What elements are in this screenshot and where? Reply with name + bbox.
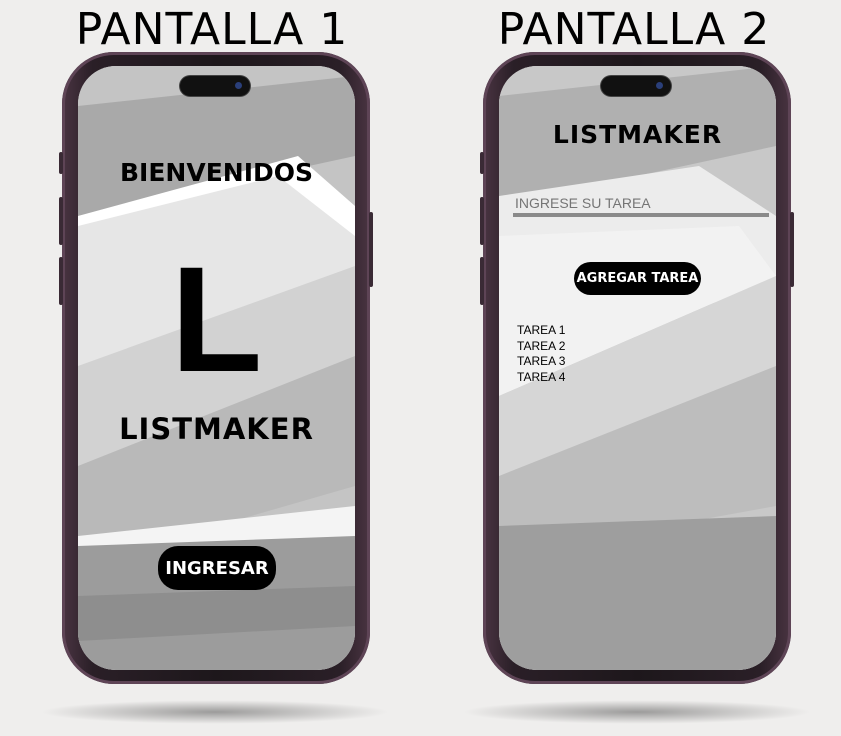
phone-shadow [462, 700, 812, 724]
app-name: LISTMAKER [552, 120, 723, 149]
app-name: LISTMAKER [119, 412, 314, 446]
dynamic-island [601, 76, 671, 96]
camera-icon [235, 82, 242, 89]
screen-1-title: PANTALLA 1 [75, 4, 349, 55]
dynamic-island [180, 76, 250, 96]
task-input[interactable] [513, 193, 769, 217]
task-list: TAREA 1 TAREA 2 TAREA 3 TAREA 4 [517, 323, 565, 385]
phone-1: BIENVENIDOS L LISTMAKER INGRESAR [59, 52, 373, 684]
screen-welcome: BIENVENIDOS L LISTMAKER INGRESAR [78, 66, 355, 670]
phone-2: LISTMAKER AGREGAR TAREA TAREA 1 TAREA 2 … [480, 52, 794, 684]
app-logo: L [170, 235, 263, 403]
welcome-heading: BIENVENIDOS [119, 158, 314, 187]
task-item[interactable]: TAREA 2 [517, 339, 565, 355]
camera-icon [656, 82, 663, 89]
task-item[interactable]: TAREA 1 [517, 323, 565, 339]
task-item[interactable]: TAREA 3 [517, 354, 565, 370]
screen-2-title: PANTALLA 2 [497, 4, 771, 55]
screen-list: LISTMAKER AGREGAR TAREA TAREA 1 TAREA 2 … [499, 66, 776, 670]
task-item[interactable]: TAREA 4 [517, 370, 565, 386]
enter-button[interactable]: INGRESAR [158, 546, 276, 590]
add-task-button[interactable]: AGREGAR TAREA [574, 262, 701, 295]
phone-shadow [40, 700, 390, 724]
